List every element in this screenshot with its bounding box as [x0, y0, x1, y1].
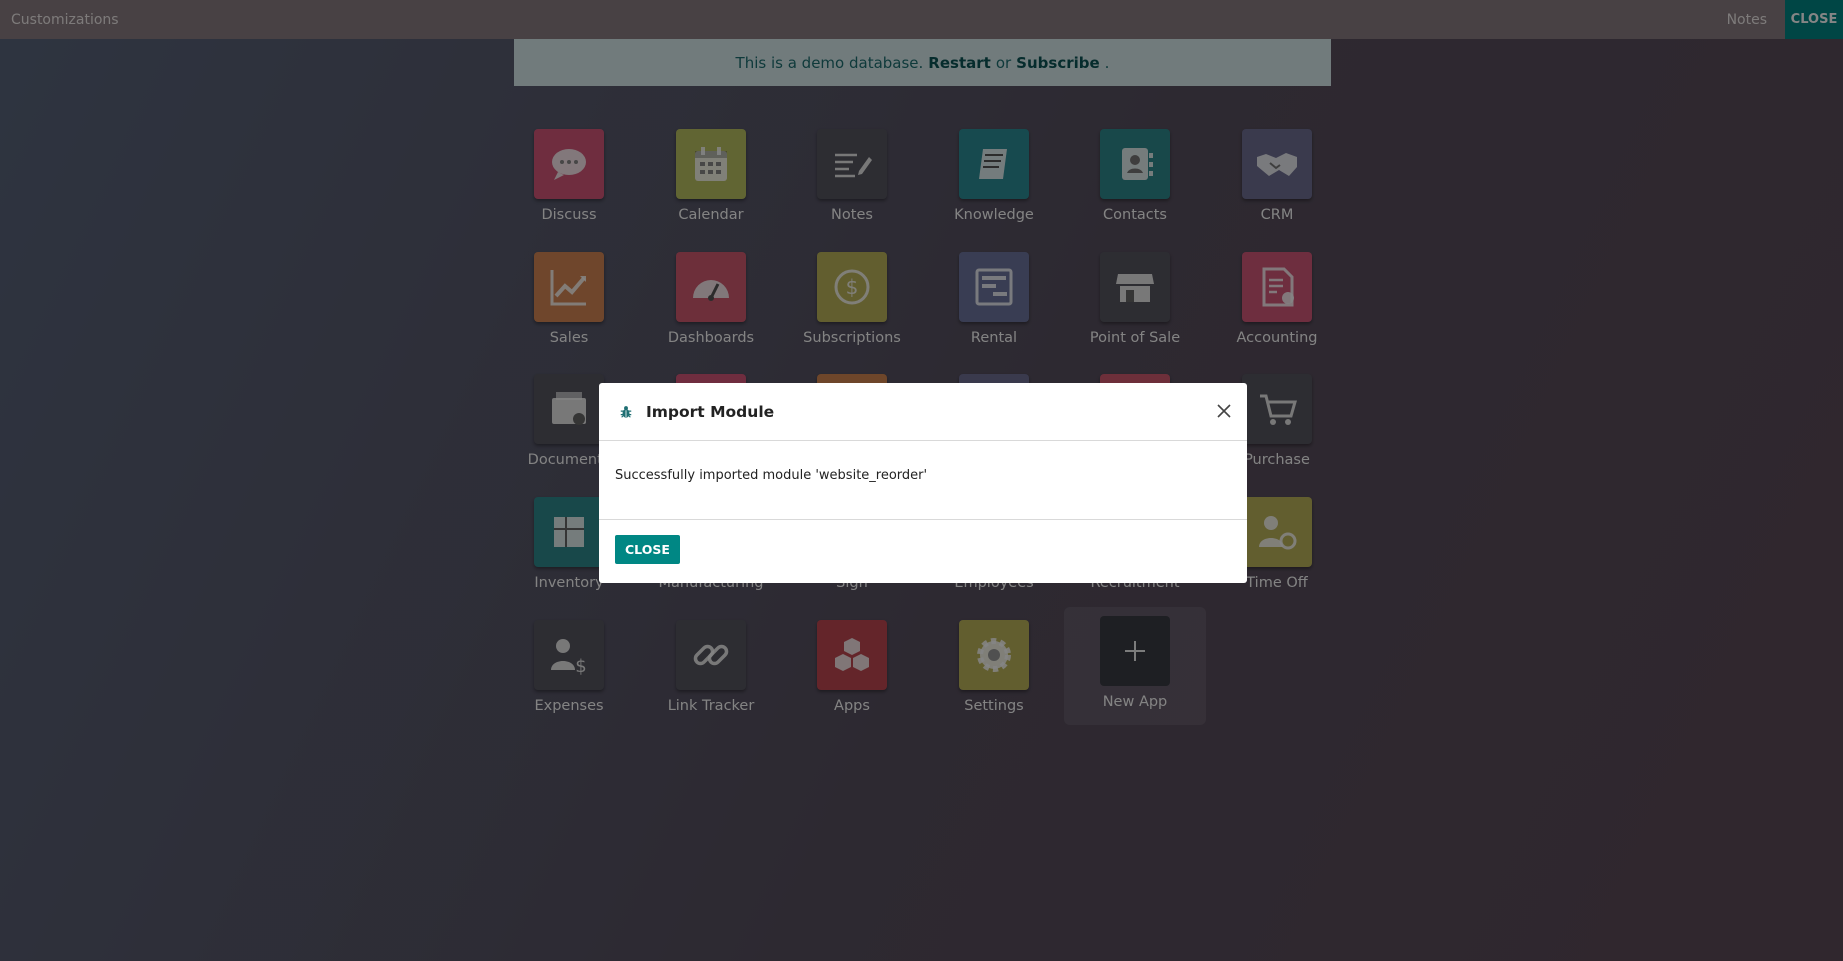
dialog-close-button[interactable]: CLOSE — [615, 535, 680, 564]
close-icon[interactable] — [1215, 402, 1233, 420]
import-module-dialog: Import Module Successfully imported modu… — [599, 383, 1247, 583]
bug-icon — [620, 405, 632, 418]
dialog-body: Successfully imported module 'website_re… — [599, 441, 1247, 520]
dialog-title: Import Module — [646, 402, 775, 421]
dialog-footer: CLOSE — [599, 520, 1247, 579]
dialog-header: Import Module — [599, 383, 1247, 441]
dialog-message: Successfully imported module 'website_re… — [615, 468, 928, 483]
